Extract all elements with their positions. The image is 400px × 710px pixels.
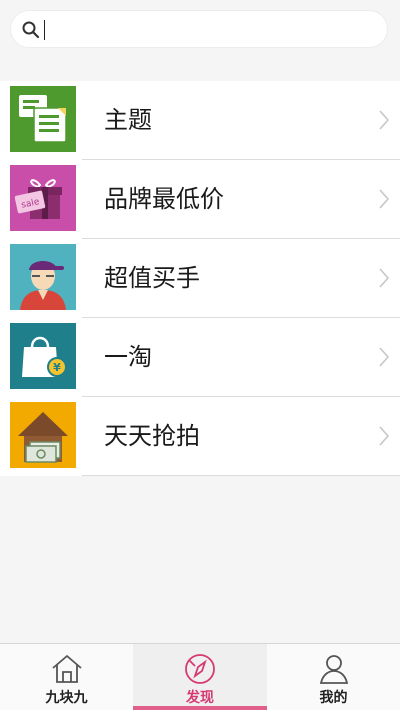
- tab-label: 我的: [319, 690, 348, 706]
- tab-mine[interactable]: 我的: [267, 644, 400, 710]
- house-money-icon: [10, 402, 76, 468]
- compass-icon: [185, 654, 215, 684]
- chevron-right-icon: [379, 347, 390, 367]
- chevron-right-icon: [379, 268, 390, 288]
- menu-item-label: 品牌最低价: [104, 185, 224, 213]
- shopping-bag-icon: ¥: [10, 323, 76, 389]
- home-icon: [51, 654, 82, 683]
- chevron-right-icon: [379, 189, 390, 209]
- menu-item-value-buyer[interactable]: 超值买手: [0, 239, 400, 318]
- tab-label: 九块九: [45, 690, 88, 706]
- buyer-avatar-icon: [10, 244, 76, 310]
- menu-item-brand-lowest-price[interactable]: sale 品牌最低价: [0, 160, 400, 239]
- chevron-right-icon: [379, 110, 390, 130]
- divider: [82, 475, 400, 476]
- menu-item-theme[interactable]: 主题: [0, 81, 400, 160]
- active-tab-indicator: [133, 706, 267, 710]
- search-bar: [0, 0, 400, 66]
- app-screen: 主题 sale 品牌最低价 超值买手 ¥ 一淘 天天抢拍 九块九 发现 我的: [0, 0, 400, 710]
- menu-item-label: 主题: [104, 106, 152, 134]
- search-input[interactable]: [49, 17, 383, 45]
- svg-text:¥: ¥: [53, 361, 61, 374]
- menu-item-daily-flash-sale[interactable]: 天天抢拍: [0, 397, 400, 476]
- text-cursor: [44, 20, 45, 40]
- tab-label: 发现: [186, 690, 214, 706]
- theme-icon: [10, 86, 76, 152]
- menu-item-label: 一淘: [104, 343, 152, 371]
- chevron-right-icon: [379, 426, 390, 446]
- tab-discover[interactable]: 发现: [133, 644, 267, 710]
- search-icon: [22, 21, 40, 39]
- menu-item-etao[interactable]: ¥ 一淘: [0, 318, 400, 397]
- menu-item-label: 超值买手: [104, 264, 200, 292]
- tab-nine-nine[interactable]: 九块九: [0, 644, 133, 710]
- profile-icon: [319, 655, 348, 684]
- search-box[interactable]: [10, 10, 388, 48]
- bottom-tab-bar: 九块九 发现 我的: [0, 643, 400, 710]
- menu-item-label: 天天抢拍: [104, 422, 200, 450]
- discover-menu-list: 主题 sale 品牌最低价 超值买手 ¥ 一淘 天天抢拍: [0, 81, 400, 476]
- gift-sale-icon: sale: [10, 165, 76, 231]
